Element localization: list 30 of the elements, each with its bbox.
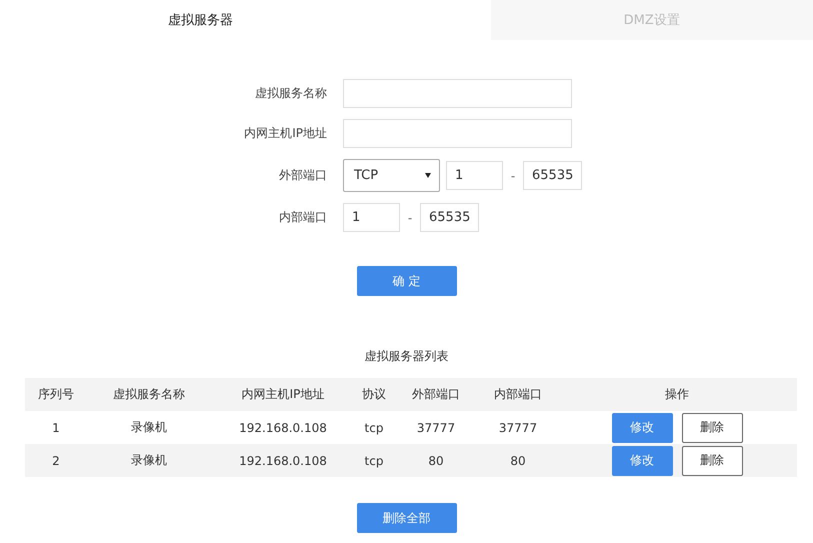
field-label: 外部端口 bbox=[278, 167, 327, 184]
table-title: 虚拟服务器列表 bbox=[364, 348, 450, 365]
text-field[interactable] bbox=[343, 79, 572, 108]
range-separator: - bbox=[406, 210, 414, 224]
table-cell: 80 bbox=[393, 444, 479, 477]
delete-button[interactable]: 删除 bbox=[682, 446, 742, 476]
port-from-field[interactable]: 1 bbox=[446, 161, 503, 190]
column-header: 协议 bbox=[355, 378, 393, 411]
table-cell: 192.168.0.108 bbox=[211, 444, 355, 477]
caret-icon bbox=[425, 173, 431, 178]
column-header: 虚拟服务名称 bbox=[87, 378, 211, 411]
delete-button[interactable]: 删除 bbox=[682, 412, 742, 442]
column-header: 操作 bbox=[557, 378, 797, 411]
table-cell: 80 bbox=[479, 444, 557, 477]
protocol-select[interactable]: TCP bbox=[343, 159, 440, 192]
column-header: 序列号 bbox=[25, 378, 87, 411]
text-field[interactable] bbox=[343, 119, 572, 148]
column-header: 内网主机IP地址 bbox=[211, 378, 355, 411]
column-header: 外部端口 bbox=[393, 378, 479, 411]
field-label: 虚拟服务名称 bbox=[254, 85, 327, 102]
table-cell: tcp bbox=[355, 444, 393, 477]
column-header: 内部端口 bbox=[479, 378, 557, 411]
port-to-field[interactable]: 65535 bbox=[420, 203, 479, 232]
port-to-field[interactable]: 65535 bbox=[523, 161, 582, 190]
range-separator: - bbox=[510, 168, 516, 182]
port-from-field[interactable]: 1 bbox=[343, 203, 400, 232]
field-label: 内部端口 bbox=[278, 209, 327, 226]
field-label: 内网主机IP地址 bbox=[243, 125, 327, 142]
table-cell: 2 bbox=[25, 444, 87, 477]
table-cell: 录像机 bbox=[87, 444, 211, 477]
